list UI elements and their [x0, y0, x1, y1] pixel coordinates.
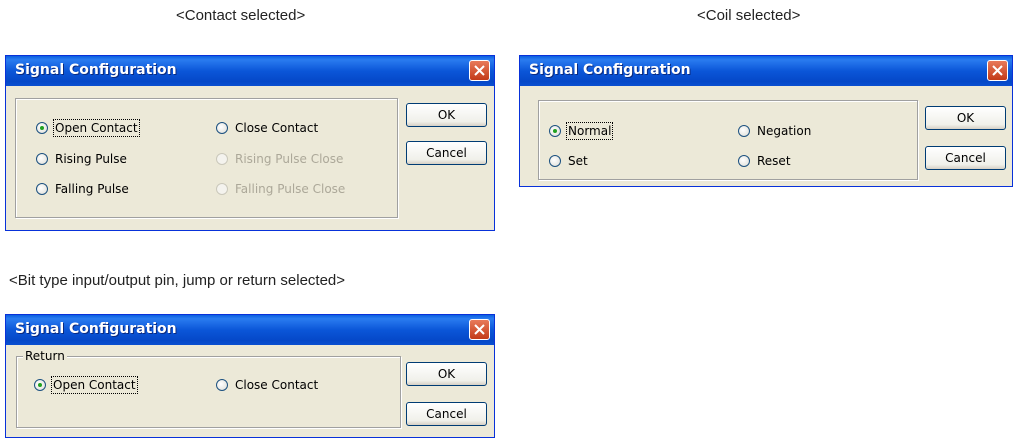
radio-icon — [36, 183, 48, 195]
close-icon — [474, 65, 485, 76]
radio-icon — [549, 155, 561, 167]
cancel-button[interactable]: Cancel — [406, 402, 487, 426]
radio-negation[interactable]: Negation — [738, 124, 811, 138]
caption-contact-selected: <Contact selected> — [176, 7, 306, 24]
ok-button[interactable]: OK — [406, 103, 487, 127]
radio-icon — [216, 153, 228, 165]
radio-set[interactable]: Set — [549, 154, 588, 168]
signal-configuration-dialog-contact: Signal Configuration Open Contact Close … — [5, 55, 495, 231]
radio-close-contact[interactable]: Close Contact — [216, 378, 318, 392]
radio-label-falling-pulse-close: Falling Pulse Close — [235, 182, 346, 196]
dialog-title: Signal Configuration — [15, 62, 177, 78]
radio-checked-icon — [34, 379, 46, 391]
radio-label-normal: Normal — [565, 122, 614, 140]
radio-normal[interactable]: Normal — [549, 122, 614, 140]
radio-icon — [216, 379, 228, 391]
radio-rising-pulse-close: Rising Pulse Close — [216, 152, 343, 166]
radio-falling-pulse[interactable]: Falling Pulse — [36, 182, 129, 196]
radio-icon — [216, 122, 228, 134]
radio-icon — [216, 183, 228, 195]
group-label-return: Return — [23, 349, 67, 363]
radio-rising-pulse[interactable]: Rising Pulse — [36, 152, 127, 166]
radio-label-close-contact: Close Contact — [235, 378, 319, 392]
radio-label-falling-pulse: Falling Pulse — [55, 182, 129, 196]
close-button[interactable] — [469, 60, 490, 81]
radio-icon — [36, 153, 48, 165]
close-icon — [992, 65, 1003, 76]
radio-icon — [738, 155, 750, 167]
radio-label-open-contact: Open Contact — [53, 119, 140, 137]
option-group — [538, 100, 918, 180]
radio-label-rising-pulse-close: Rising Pulse Close — [235, 152, 344, 166]
ok-button[interactable]: OK — [406, 362, 487, 386]
cancel-button[interactable]: Cancel — [925, 146, 1006, 170]
radio-label-rising-pulse: Rising Pulse — [55, 152, 127, 166]
dialog-title: Signal Configuration — [529, 62, 691, 78]
radio-checked-icon — [549, 125, 561, 137]
radio-label-open-contact: Open Contact — [51, 376, 138, 394]
ok-button[interactable]: OK — [925, 106, 1006, 130]
radio-label-close-contact: Close Contact — [235, 121, 319, 135]
radio-label-negation: Negation — [757, 124, 812, 138]
radio-falling-pulse-close: Falling Pulse Close — [216, 182, 345, 196]
radio-label-reset: Reset — [757, 154, 791, 168]
close-button[interactable] — [469, 319, 490, 340]
radio-checked-icon — [36, 122, 48, 134]
title-bar[interactable]: Signal Configuration — [520, 56, 1012, 86]
close-icon — [474, 324, 485, 335]
radio-icon — [738, 125, 750, 137]
close-button[interactable] — [987, 60, 1008, 81]
radio-open-contact[interactable]: Open Contact — [36, 119, 140, 137]
caption-bit-selected: <Bit type input/output pin, jump or retu… — [9, 272, 346, 289]
caption-coil-selected: <Coil selected> — [697, 7, 801, 24]
cancel-button[interactable]: Cancel — [406, 141, 487, 165]
radio-open-contact[interactable]: Open Contact — [34, 376, 138, 394]
radio-label-set: Set — [568, 154, 588, 168]
title-bar[interactable]: Signal Configuration — [6, 56, 494, 86]
return-group: Return — [16, 349, 401, 428]
dialog-title: Signal Configuration — [15, 321, 177, 337]
signal-configuration-dialog-coil: Signal Configuration Normal Negation Set… — [519, 55, 1013, 187]
title-bar[interactable]: Signal Configuration — [6, 315, 494, 345]
radio-close-contact[interactable]: Close Contact — [216, 121, 318, 135]
signal-configuration-dialog-return: Signal Configuration Return Open Contact… — [5, 314, 495, 438]
radio-reset[interactable]: Reset — [738, 154, 791, 168]
